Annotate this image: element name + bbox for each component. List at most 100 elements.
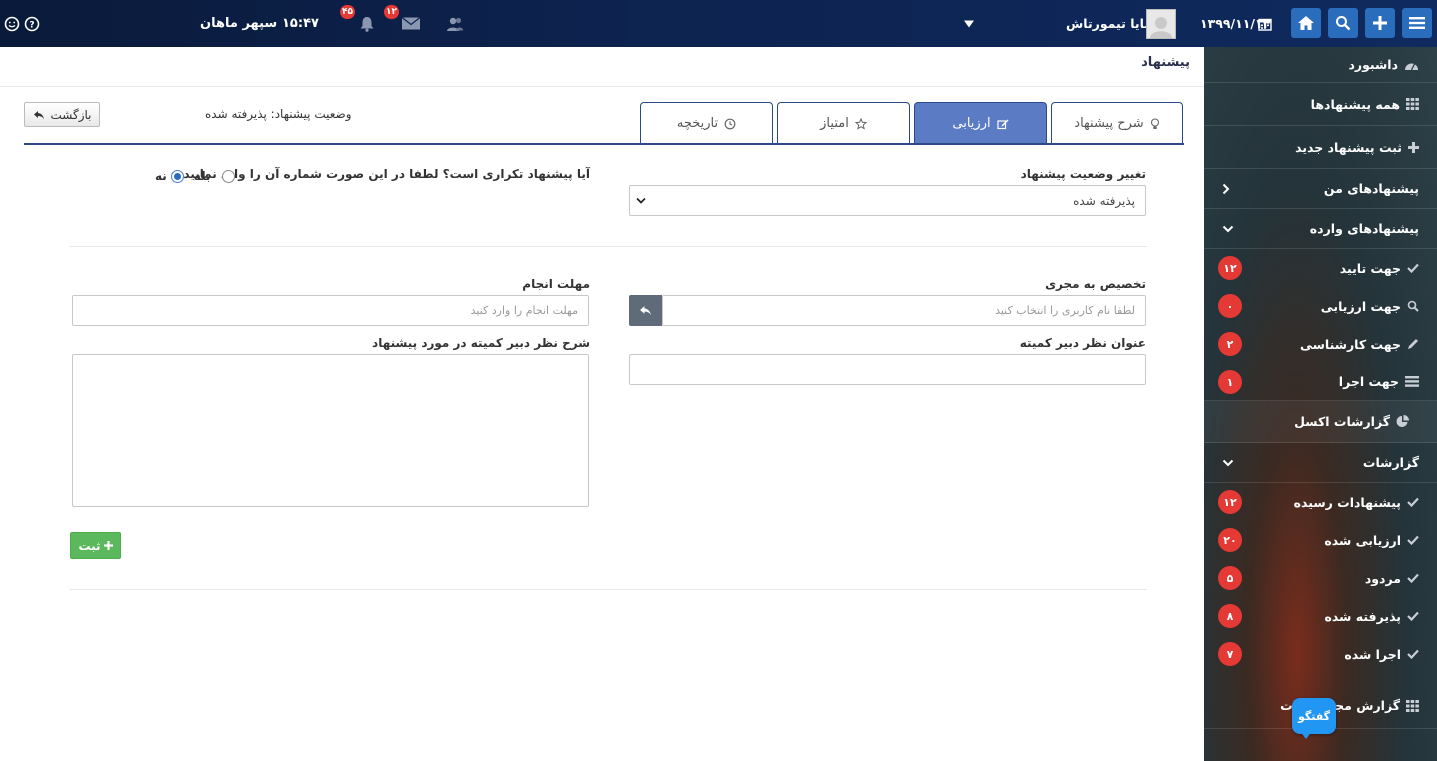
radio-yes[interactable]: [222, 169, 236, 183]
users-icon[interactable]: [446, 0, 464, 47]
sidebar-item-executed[interactable]: ۷ اجرا شده: [1204, 635, 1437, 673]
plus-icon: [1373, 16, 1387, 30]
pencil-icon: [1408, 339, 1418, 349]
sidebar-item-label: ارزیابی شده: [1324, 532, 1401, 548]
bottom-divider: [70, 589, 1147, 590]
sidebar-item-label: گزارشات اکسل: [1294, 414, 1390, 429]
sidebar-item-label: جهت تایید: [1339, 260, 1401, 276]
company-name: سپهر ماهان: [200, 16, 278, 31]
sidebar-item-evaluated[interactable]: ۲۰ ارزیابی شده: [1204, 521, 1437, 559]
clock-time: ۱۵:۴۷: [282, 16, 319, 31]
sidebar-item-accepted[interactable]: ۸ پذیرفته شده: [1204, 597, 1437, 635]
sidebar-item-for-execution[interactable]: ۱ جهت اجرا: [1204, 363, 1437, 401]
assign-executor-placeholder: لطفا نام کاربری را انتخاب کنید: [995, 304, 1135, 317]
emoji-icon[interactable]: [4, 0, 20, 47]
mail-badge: ۱۲: [384, 5, 399, 19]
mail-icon[interactable]: [401, 0, 421, 47]
help-icon[interactable]: ?: [24, 0, 40, 47]
main-content: پیشنهاد شرح پیشنهاد ارزیابی امتیاز تاریخ…: [0, 47, 1204, 761]
back-button[interactable]: بازگشت: [24, 102, 100, 127]
sidebar-item-excel-reports[interactable]: گزارشات اکسل: [1204, 401, 1437, 443]
assign-executor-input[interactable]: لطفا نام کاربری را انتخاب کنید: [662, 295, 1146, 326]
chevron-down-icon: [636, 197, 646, 204]
list-icon: [1405, 376, 1419, 387]
add-button[interactable]: [1365, 8, 1395, 38]
deadline-label: مهلت انجام: [522, 277, 590, 291]
sidebar-item-reports[interactable]: گزارشات: [1204, 443, 1437, 483]
clock-icon: [724, 118, 736, 129]
sidebar-item-label: جهت اجرا: [1338, 374, 1399, 389]
radio-no[interactable]: [170, 169, 184, 183]
sidebar-item-for-approval[interactable]: ۱۲ جهت تایید: [1204, 249, 1437, 287]
title-divider: [0, 86, 1204, 87]
search-button[interactable]: [1328, 8, 1358, 38]
sidebar-item-label: پیشنهادهای وارده: [1309, 221, 1419, 236]
section-divider: [70, 246, 1147, 247]
tab-history[interactable]: تاریخچه: [640, 102, 773, 144]
reply-arrow-icon: [640, 306, 651, 316]
sidebar-item-new-proposal[interactable]: ثبت پیشنهاد جدید: [1204, 126, 1437, 169]
search-icon: [1336, 16, 1351, 31]
avatar[interactable]: [1146, 0, 1176, 47]
svg-text:?: ?: [29, 20, 34, 30]
count-badge: ۲: [1218, 332, 1242, 356]
deadline-input[interactable]: مهلت انجام را وارد کنید: [72, 295, 589, 326]
sidebar-item-rejected[interactable]: ۵ مردود: [1204, 559, 1437, 597]
page-title: پیشنهاد: [1141, 55, 1190, 70]
check-icon: [1407, 573, 1419, 583]
top-navbar: ? سپهر ماهان ۱۵:۴۷ ۴۵ ۱۲ مایا تیمورتاش ۱…: [0, 0, 1437, 47]
dashboard-icon: [1405, 63, 1418, 70]
tab-score[interactable]: امتیاز: [777, 102, 910, 144]
secretary-title-label: عنوان نظر دبیر کمیته: [1019, 336, 1146, 350]
user-name[interactable]: مایا تیمورتاش: [1066, 0, 1152, 47]
sidebar-item-my-proposals[interactable]: پیشنهادهای من: [1204, 169, 1437, 209]
sidebar-item-label: جهت کارشناسی: [1299, 336, 1401, 352]
deadline-placeholder: مهلت انجام را وارد کنید: [470, 304, 578, 317]
sidebar-item-dashboard[interactable]: داشبورد: [1204, 47, 1437, 83]
sidebar-item-label: پیشنهادات رسیده: [1293, 494, 1401, 510]
sidebar-item-all-proposals[interactable]: همه پیشنهادها: [1204, 83, 1437, 126]
sidebar-item-incoming[interactable]: پیشنهادهای وارده: [1204, 209, 1437, 249]
chat-button[interactable]: گفتگو: [1292, 698, 1336, 734]
sidebar-item-label: داشبورد: [1348, 57, 1398, 72]
proposal-status: وضعیت پیشنهاد: پذیرفته شده: [205, 107, 352, 121]
secretary-desc-textarea[interactable]: [72, 354, 589, 507]
tab-history-label: تاریخچه: [676, 116, 719, 131]
sidebar-item-for-evaluation[interactable]: ۰ جهت ارزیابی: [1204, 287, 1437, 325]
status-change-value: پذیرفته شده: [1073, 193, 1135, 208]
lightbulb-icon: [1150, 117, 1159, 129]
sidebar-item-for-review[interactable]: ۲ جهت کارشناسی: [1204, 325, 1437, 363]
check-icon: [1407, 263, 1419, 273]
sidebar-item-received[interactable]: ۱۲ پیشنهادات رسیده: [1204, 483, 1437, 521]
check-icon: [1407, 497, 1419, 507]
sidebar-item-label: مردود: [1364, 570, 1401, 586]
count-badge: ۷: [1218, 642, 1242, 666]
reply-arrow-icon: [33, 110, 44, 119]
tabs-underline: [24, 143, 1184, 145]
home-button[interactable]: [1291, 8, 1321, 38]
chevron-down-icon[interactable]: [963, 0, 975, 47]
count-badge: ۱: [1218, 370, 1242, 394]
plus-icon: [103, 541, 113, 550]
check-icon: [1407, 535, 1419, 545]
count-badge: ۵: [1218, 566, 1242, 590]
submit-button[interactable]: ثبت: [70, 532, 121, 559]
status-change-select[interactable]: پذیرفته شده: [629, 185, 1146, 216]
chat-bubble-tail: [1300, 731, 1312, 739]
sidebar-item-label: پیشنهادهای من: [1323, 181, 1419, 196]
tab-description[interactable]: شرح پیشنهاد: [1051, 102, 1183, 144]
tab-evaluation[interactable]: ارزیابی: [914, 102, 1047, 144]
menu-button[interactable]: [1402, 8, 1432, 38]
duplicate-radio-group: نه بله: [155, 169, 236, 183]
count-badge: ۱۲: [1218, 490, 1242, 514]
count-badge: ۰: [1218, 294, 1242, 318]
submit-button-label: ثبت: [78, 538, 101, 553]
sidebar-item-label: جهت ارزیابی: [1320, 298, 1401, 314]
bell-icon[interactable]: [358, 0, 376, 47]
assign-executor-button[interactable]: [629, 295, 662, 326]
notification-badge: ۴۵: [340, 5, 355, 19]
secretary-title-input[interactable]: [629, 354, 1146, 385]
plus-icon: [1408, 141, 1419, 153]
radio-yes-label: بله: [193, 169, 211, 183]
chevron-down-icon: [1222, 225, 1234, 232]
